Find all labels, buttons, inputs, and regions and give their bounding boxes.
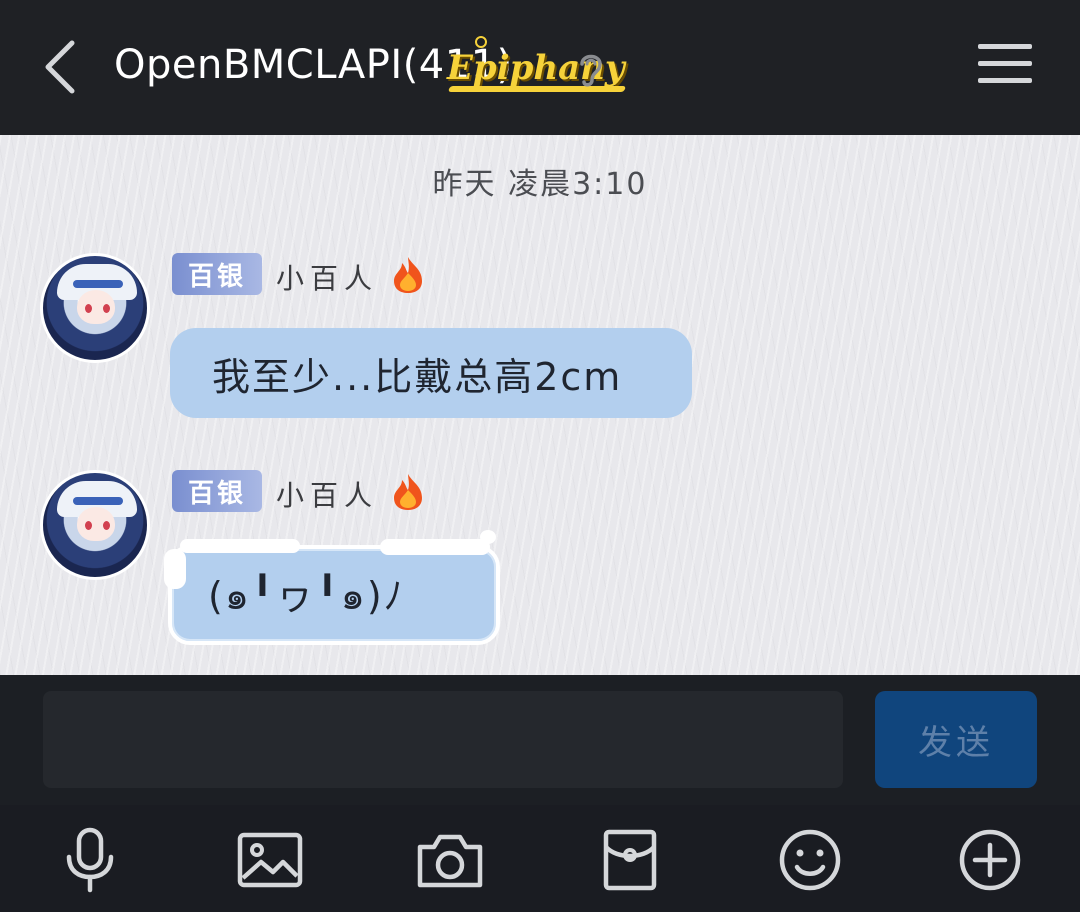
bottom-toolbar: [0, 805, 1080, 912]
ear-icon[interactable]: [574, 48, 606, 88]
bulb-icon: [475, 36, 487, 48]
message-text: 我至少...比戴总高2cm: [212, 354, 623, 399]
message-input[interactable]: [43, 691, 843, 788]
microphone-icon: [66, 827, 114, 893]
message-text: (๑╹ヮ╹๑)ﾉ: [208, 573, 405, 618]
image-button[interactable]: [235, 825, 305, 895]
chat-area[interactable]: 昨天 凌晨3:10 百银 小百人 我至少...比戴总高2cm 百银 小百人 (๑…: [0, 135, 1080, 675]
sender-name[interactable]: 小百人: [276, 474, 378, 514]
send-button[interactable]: 发送: [875, 691, 1037, 788]
emoji-button[interactable]: [775, 825, 845, 895]
camera-button[interactable]: [415, 825, 485, 895]
image-icon: [237, 832, 303, 888]
more-button[interactable]: [955, 825, 1025, 895]
title-bar: OpenBMCLAPI(411) Epiphany: [0, 0, 1080, 135]
input-bar: 发送: [0, 675, 1080, 805]
message-timestamp: 昨天 凌晨3:10: [432, 167, 648, 202]
member-tag: 百银: [172, 470, 262, 512]
plus-icon: [959, 829, 1021, 891]
chevron-left-icon: [45, 40, 75, 94]
back-button[interactable]: [30, 36, 90, 98]
member-tag: 百银: [172, 253, 262, 295]
avatar[interactable]: [40, 470, 150, 580]
red-packet-button[interactable]: [595, 825, 665, 895]
voice-button[interactable]: [55, 825, 125, 895]
fire-icon: [394, 474, 422, 510]
bubble-snow-decoration: [180, 539, 300, 553]
message-bubble[interactable]: (๑╹ヮ╹๑)ﾉ: [168, 545, 500, 645]
bubble-snow-decoration: [480, 530, 496, 544]
red-packet-icon: [603, 829, 657, 891]
fire-icon: [394, 257, 422, 293]
bubble-snow-decoration: [380, 539, 490, 555]
emoji-icon: [779, 829, 841, 891]
menu-button[interactable]: [978, 44, 1032, 90]
message-bubble[interactable]: 我至少...比戴总高2cm: [170, 328, 692, 418]
sender-name[interactable]: 小百人: [276, 257, 378, 297]
hamburger-menu-icon: [978, 44, 1032, 49]
avatar[interactable]: [40, 253, 150, 363]
bubble-snow-decoration: [164, 549, 186, 589]
camera-icon: [417, 834, 483, 888]
